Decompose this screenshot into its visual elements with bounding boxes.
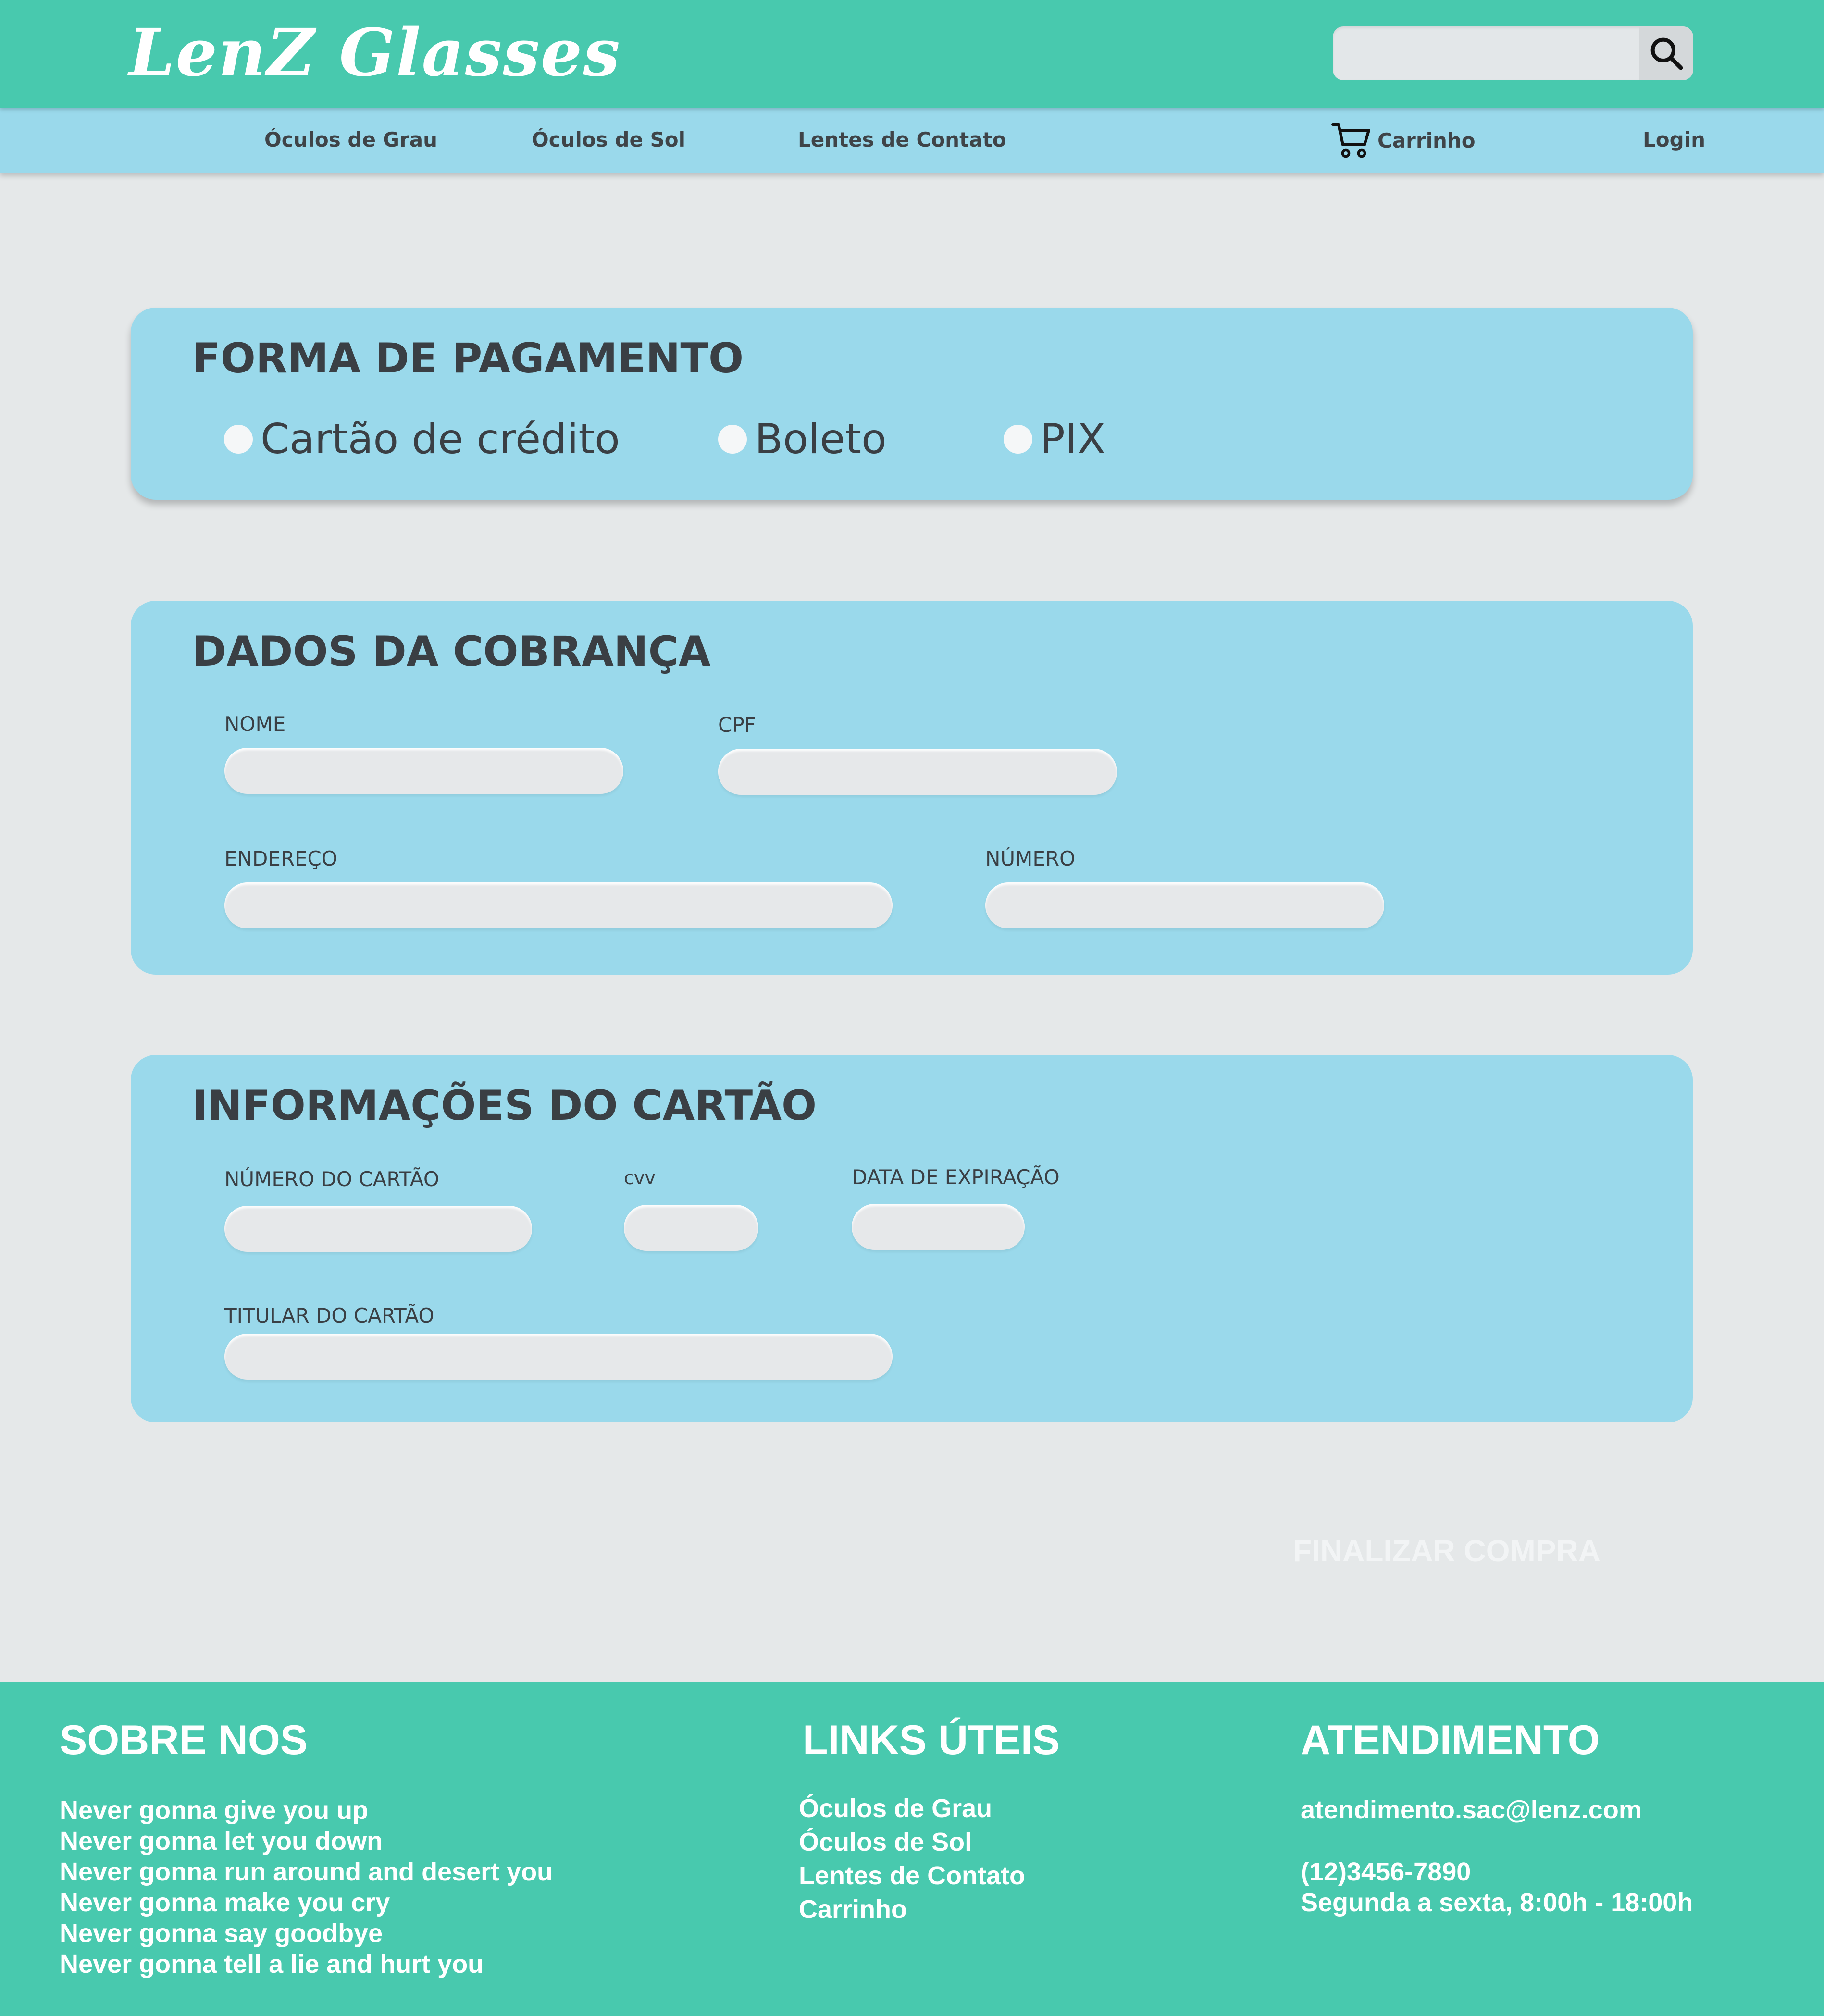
radio-boleto[interactable]: Boleto: [718, 415, 887, 463]
footer-contact-hours: Segunda a sexta, 8:00h - 18:00h: [1301, 1888, 1693, 1917]
footer-about-line: Never gonna give you up: [60, 1796, 369, 1825]
footer-link-oculos-de-sol[interactable]: Óculos de Sol: [799, 1825, 1025, 1859]
radio-label: Boleto: [755, 415, 887, 463]
cvv-field[interactable]: [624, 1205, 758, 1251]
search-input[interactable]: [1333, 26, 1636, 80]
footer-link-carrinho[interactable]: Carrinho: [799, 1892, 1025, 1926]
search-bar: [1333, 26, 1693, 80]
radio-pix[interactable]: PIX: [1004, 415, 1105, 463]
site-footer: SOBRE NOS Never gonna give you up Never …: [0, 1682, 1824, 2016]
label-numero-cartao: NÚMERO DO CARTÃO: [224, 1167, 439, 1191]
footer-about-list: Never gonna give you up Never gonna let …: [60, 1795, 553, 1979]
site-header: LenZ Glasses: [0, 0, 1824, 108]
payment-method-title: FORMA DE PAGAMENTO: [192, 334, 744, 383]
radio-dot[interactable]: [718, 425, 747, 454]
footer-links-title: LINKS ÚTEIS: [803, 1717, 1060, 1763]
label-titular: TITULAR DO CARTÃO: [224, 1304, 434, 1327]
footer-about-line: Never gonna run around and desert you: [60, 1857, 553, 1886]
footer-link-oculos-de-grau[interactable]: Óculos de Grau: [799, 1792, 1025, 1825]
card-holder-field[interactable]: [224, 1334, 893, 1380]
nome-field[interactable]: [224, 748, 623, 794]
footer-contact-title: ATENDIMENTO: [1301, 1717, 1600, 1763]
label-cvv: cvv: [624, 1167, 656, 1188]
nav-item-lentes-de-contato[interactable]: Lentes de Contato: [798, 128, 1006, 151]
footer-about-line: Never gonna say goodbye: [60, 1919, 383, 1948]
cart-label: Carrinho: [1377, 128, 1476, 152]
label-numero: NÚMERO: [985, 847, 1076, 870]
cart-icon: [1331, 123, 1370, 158]
site-logo[interactable]: LenZ Glasses: [129, 14, 621, 91]
label-endereco: ENDEREÇO: [224, 847, 337, 870]
billing-card: DADOS DA COBRANÇA NOME CPF ENDEREÇO NÚME…: [131, 601, 1693, 975]
payment-method-card: FORMA DE PAGAMENTO Cartão de crédito Bol…: [131, 308, 1693, 500]
footer-contact-phone: (12)3456-7890: [1301, 1857, 1471, 1886]
cpf-field[interactable]: [718, 749, 1117, 795]
card-info-title: INFORMAÇÕES DO CARTÃO: [192, 1082, 817, 1130]
search-button[interactable]: [1639, 26, 1693, 80]
numero-field[interactable]: [985, 882, 1384, 928]
billing-title: DADOS DA COBRANÇA: [192, 628, 711, 676]
nav-item-oculos-de-sol[interactable]: Óculos de Sol: [532, 128, 685, 151]
main-nav: Óculos de Grau Óculos de Sol Lentes de C…: [0, 108, 1824, 173]
label-data-expiracao: DATA DE EXPIRAÇÃO: [852, 1165, 1060, 1189]
nav-item-oculos-de-grau[interactable]: Óculos de Grau: [264, 128, 437, 151]
footer-link-lentes-de-contato[interactable]: Lentes de Contato: [799, 1859, 1025, 1892]
card-info-card: INFORMAÇÕES DO CARTÃO NÚMERO DO CARTÃO c…: [131, 1055, 1693, 1422]
footer-about-line: Never gonna make you cry: [60, 1888, 390, 1917]
radio-label: Cartão de crédito: [261, 415, 620, 463]
footer-about-title: SOBRE NOS: [60, 1717, 308, 1763]
radio-dot[interactable]: [224, 425, 253, 454]
radio-dot[interactable]: [1004, 425, 1032, 454]
radio-label: PIX: [1040, 415, 1106, 463]
card-number-field[interactable]: [224, 1206, 532, 1252]
footer-links-list: Óculos de Grau Óculos de Sol Lentes de C…: [799, 1792, 1025, 1926]
endereco-field[interactable]: [224, 882, 893, 928]
finalize-purchase-button[interactable]: FINALIZAR COMPRA: [1293, 1533, 1601, 1569]
footer-about-line: Never gonna let you down: [60, 1827, 383, 1855]
label-nome: NOME: [224, 712, 286, 736]
nav-item-carrinho[interactable]: Carrinho: [1331, 121, 1476, 160]
footer-contact-email[interactable]: atendimento.sac@lenz.com: [1301, 1795, 1642, 1825]
nav-item-login[interactable]: Login: [1643, 128, 1705, 151]
label-cpf: CPF: [718, 713, 756, 737]
search-icon: [1650, 37, 1683, 70]
footer-about-line: Never gonna tell a lie and hurt you: [60, 1950, 484, 1979]
expiration-date-field[interactable]: [852, 1204, 1025, 1250]
radio-cartao-de-credito[interactable]: Cartão de crédito: [224, 415, 620, 463]
